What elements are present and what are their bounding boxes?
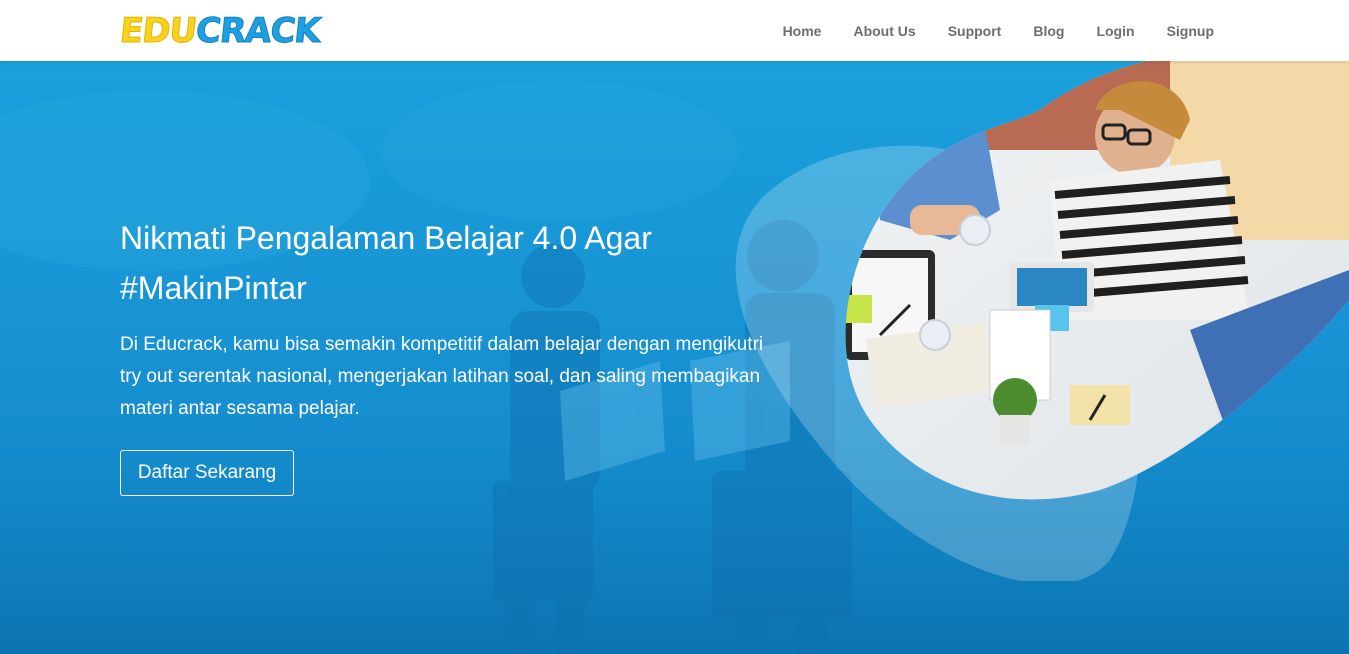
nav-login[interactable]: Login xyxy=(1096,23,1134,39)
hero-title: Nikmati Pengalaman Belajar 4.0 Agar #Mak… xyxy=(120,220,652,306)
navbar: EDUCRACK Home About Us Support Blog Logi… xyxy=(0,0,1349,61)
meeting-photo-image xyxy=(735,61,1349,581)
daftar-sekarang-button[interactable]: Daftar Sekarang xyxy=(120,450,294,496)
nav-home[interactable]: Home xyxy=(783,23,822,39)
educrack-logo[interactable]: EDUCRACK xyxy=(117,11,322,52)
nav-blog[interactable]: Blog xyxy=(1033,23,1064,39)
logo-text-edu: EDU xyxy=(117,11,199,52)
nav-support[interactable]: Support xyxy=(948,23,1002,39)
main-nav: Home About Us Support Blog Login Signup xyxy=(783,0,1214,61)
nav-signup[interactable]: Signup xyxy=(1167,23,1214,39)
hero-section: Nikmati Pengalaman Belajar 4.0 Agar #Mak… xyxy=(0,61,1349,654)
logo-text-crack: CRACK xyxy=(193,11,322,52)
nav-about-us[interactable]: About Us xyxy=(853,23,915,39)
